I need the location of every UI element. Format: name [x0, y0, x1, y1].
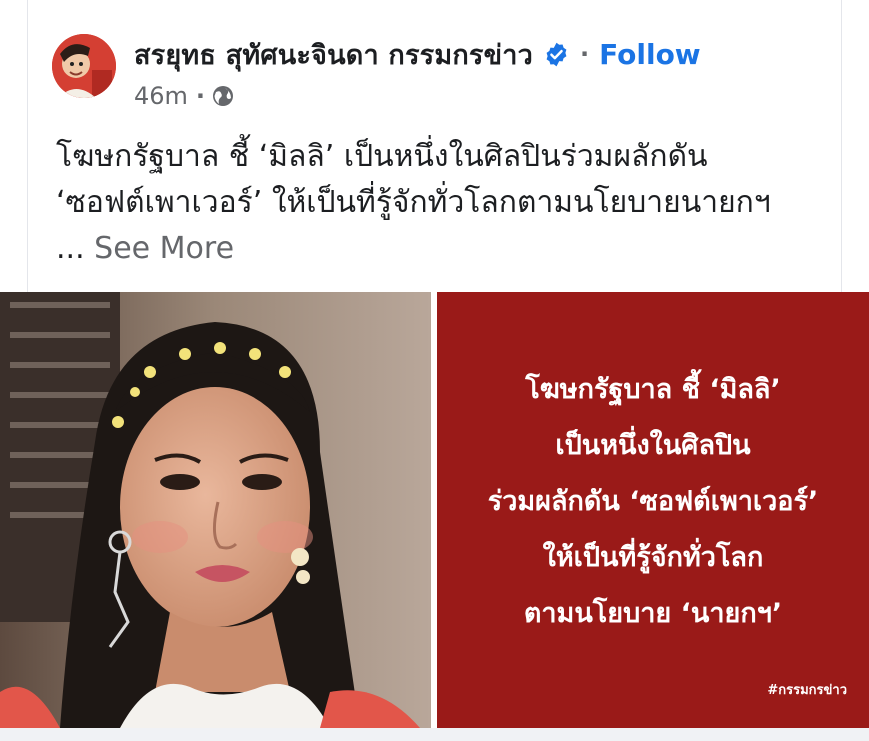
- headline-line: เป็นหนึ่งในศิลปิน: [555, 430, 751, 461]
- post-text-line: ‘ซอฟต์เพาเวอร์’ ให้เป็นที่รู้จักทั่วโลกต…: [56, 185, 771, 220]
- avatar-image: [52, 34, 116, 98]
- separator-dot: ·: [195, 82, 206, 110]
- photo-image: [0, 292, 431, 728]
- verified-badge-icon: [543, 41, 570, 68]
- follow-button[interactable]: Follow: [599, 38, 701, 71]
- feed-divider: [0, 728, 869, 741]
- post-body: โฆษกรัฐบาล ชี้ ‘มิลลิ’ เป็นหนึ่งในศิลปิน…: [56, 134, 846, 272]
- headline-line: ร่วมผลักดัน ‘ซอฟต์เพาเวอร์’: [487, 486, 819, 517]
- headline-line: ตามนโยบาย ‘นายกฯ’: [523, 598, 783, 629]
- headline-line: ให้เป็นที่รู้จักทั่วโลก: [542, 542, 764, 573]
- post-text-line: โฆษกรัฐบาล ชี้ ‘มิลลิ’ เป็นหนึ่งในศิลปิน…: [56, 139, 708, 174]
- post-text-line: ... See More: [56, 226, 846, 272]
- post-meta: 46m ·: [134, 80, 235, 112]
- globe-icon[interactable]: [211, 84, 235, 108]
- author-avatar[interactable]: [52, 34, 116, 98]
- hashtag-watermark: #กรรมกรข่าว: [767, 683, 847, 698]
- author-name[interactable]: สรยุทธ สุทัศนะจินดา กรรมกรข่าว: [134, 33, 533, 76]
- ellipsis: ...: [56, 231, 85, 266]
- headline-line: โฆษกรัฐบาล ชี้ ‘มิลลิ’: [525, 374, 781, 405]
- post-timestamp[interactable]: 46m: [134, 82, 188, 110]
- separator-dot: ·: [580, 40, 590, 68]
- post-header: สรยุทธ สุทัศนะจินดา กรรมกรข่าว · Follow: [134, 34, 701, 74]
- headline-text: โฆษกรัฐบาล ชี้ ‘มิลลิ’ เป็นหนึ่งในศิลปิน…: [437, 362, 869, 642]
- see-more-link[interactable]: See More: [94, 231, 234, 266]
- post-photo[interactable]: [0, 292, 431, 728]
- headline-card[interactable]: โฆษกรัฐบาล ชี้ ‘มิลลิ’ เป็นหนึ่งในศิลปิน…: [437, 292, 869, 728]
